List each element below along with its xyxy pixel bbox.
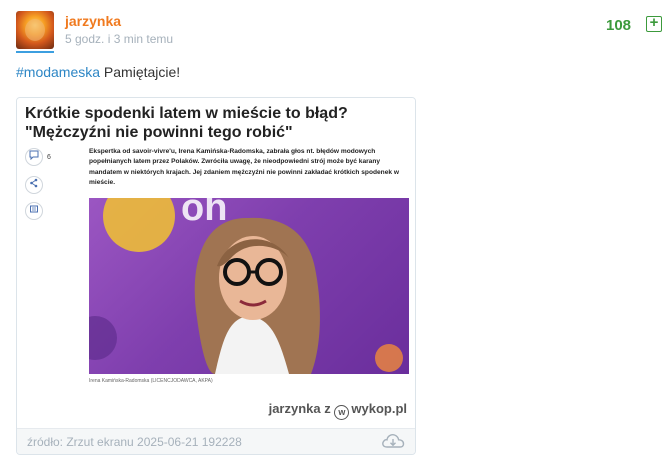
post-text: Pamiętajcie! bbox=[100, 64, 181, 80]
avatar-face bbox=[25, 19, 45, 41]
hashtag-link[interactable]: #modameska bbox=[16, 64, 100, 80]
photo-caption: Irena Kamińska-Radomska (LICENCJODAWCA, … bbox=[89, 378, 213, 384]
embedded-screenshot[interactable]: Krótkie spodenki latem w mieście to błąd… bbox=[17, 98, 415, 428]
source-label[interactable]: źródło: Zrzut ekranu 2025-06-21 192228 bbox=[27, 435, 242, 449]
article-lead: Ekspertka od savoir-vivre'u, Irena Kamiń… bbox=[89, 148, 400, 187]
vote-count: 108 bbox=[606, 17, 632, 34]
article-photo: oh bbox=[89, 198, 409, 374]
watermark-user: jarzynka bbox=[268, 401, 321, 416]
wykop-watermark: jarzynka z w wykop.pl bbox=[269, 401, 407, 420]
comment-icon bbox=[25, 148, 43, 166]
avatar-underline bbox=[16, 51, 54, 53]
avatar[interactable] bbox=[16, 11, 54, 49]
username-link[interactable]: jarzynka bbox=[65, 13, 121, 29]
post-body: #modameska Pamiętajcie! bbox=[16, 64, 180, 80]
svg-text:oh: oh bbox=[181, 198, 227, 229]
photo-illustration: oh bbox=[89, 198, 403, 374]
plus-icon[interactable]: + bbox=[646, 15, 662, 32]
bookmark-icon bbox=[25, 202, 43, 220]
share-icon bbox=[25, 176, 43, 194]
article-headline: Krótkie spodenki latem w mieście to błąd… bbox=[25, 105, 348, 141]
source-bar: źródło: Zrzut ekranu 2025-06-21 192228 bbox=[17, 428, 415, 454]
watermark-z: z bbox=[324, 401, 331, 416]
wykop-logo-icon: w bbox=[334, 405, 350, 420]
post-time[interactable]: 5 godz. i 3 min temu bbox=[65, 32, 173, 46]
watermark-brand: wykop.pl bbox=[351, 401, 407, 416]
download-icon[interactable] bbox=[381, 432, 405, 454]
embed-card[interactable]: Krótkie spodenki latem w mieście to błąd… bbox=[16, 97, 416, 455]
comment-count: 6 bbox=[47, 154, 51, 161]
